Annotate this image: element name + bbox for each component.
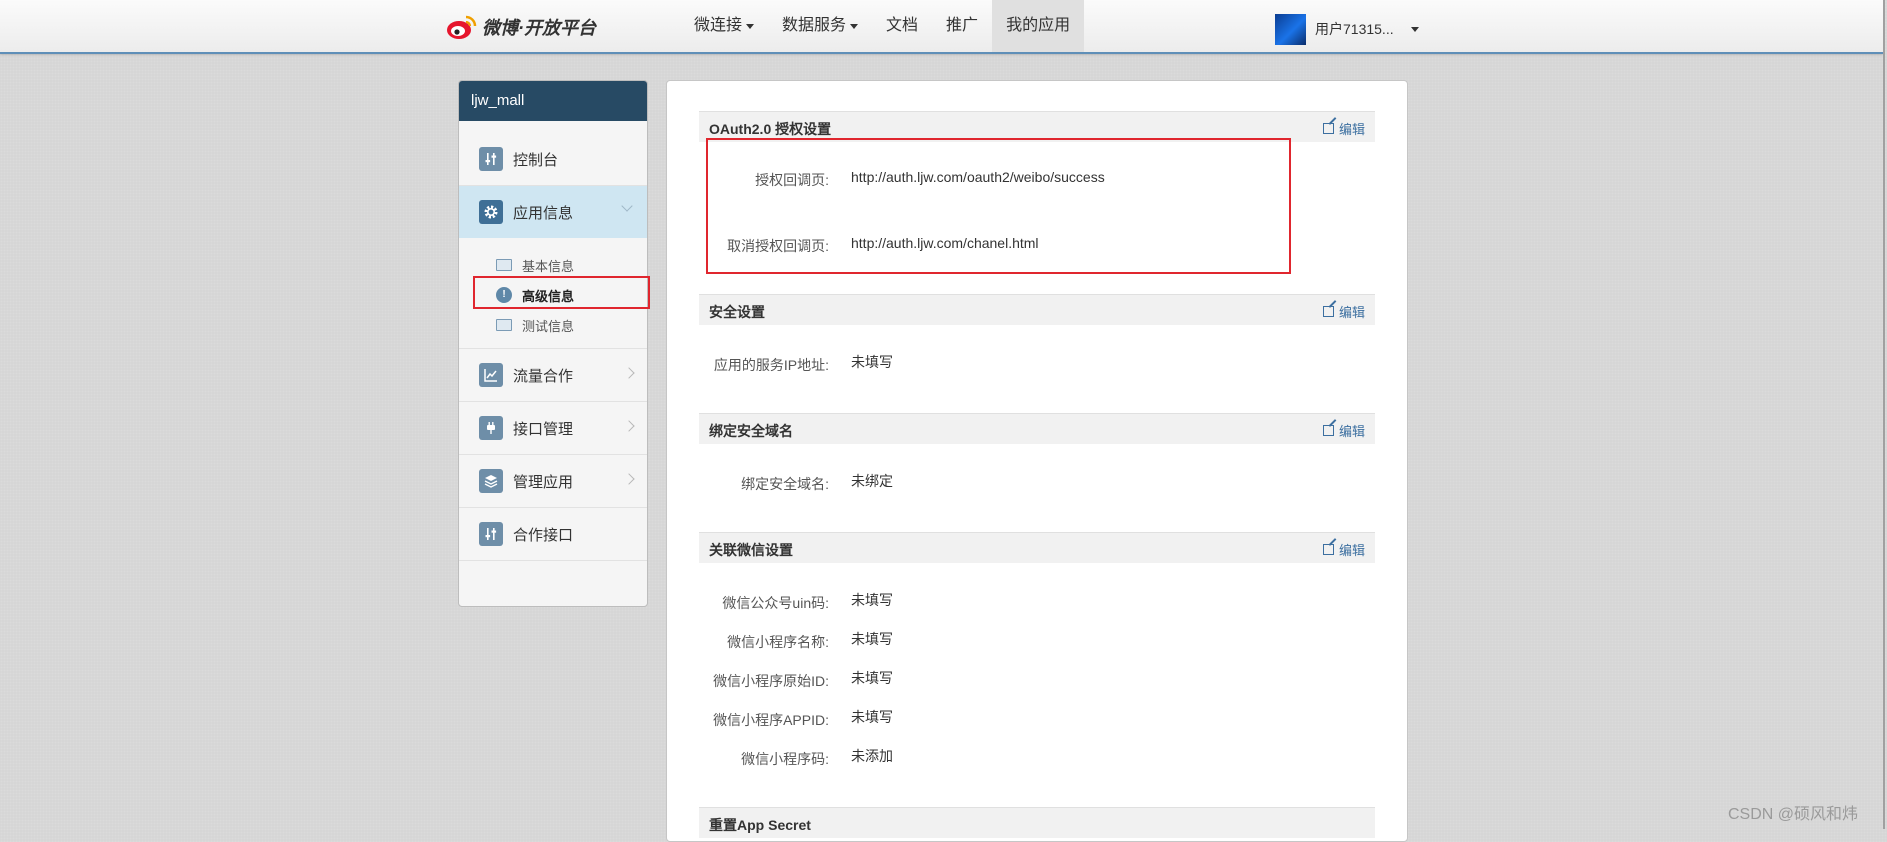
edit-label: 编辑 bbox=[1338, 424, 1365, 439]
edit-button[interactable]: 编辑 bbox=[1322, 421, 1365, 440]
field-value: 未填写 bbox=[851, 592, 893, 608]
user-menu[interactable]: 用户71315... bbox=[1275, 13, 1419, 45]
nav-docs[interactable]: 文档 bbox=[872, 0, 932, 52]
sidebar-item-api[interactable]: 接口管理 bbox=[459, 402, 647, 455]
nav-data-service[interactable]: 数据服务 bbox=[768, 0, 872, 52]
window-edge bbox=[1883, 0, 1885, 829]
edit-icon bbox=[1322, 425, 1334, 436]
edit-label: 编辑 bbox=[1338, 305, 1365, 320]
section-header: 重置App Secret bbox=[699, 807, 1375, 838]
avatar[interactable] bbox=[1275, 13, 1306, 45]
field-label: 绑定安全域名: bbox=[741, 476, 829, 492]
weibo-logo[interactable]: 微博·开放平台 bbox=[446, 12, 596, 42]
nav-label: 我的应用 bbox=[1006, 17, 1071, 34]
section-title: 安全设置 bbox=[709, 304, 765, 320]
user-name: 用户71315... bbox=[1315, 21, 1394, 37]
logo-text: 微博·开放平台 bbox=[482, 18, 596, 38]
plug-icon bbox=[479, 416, 503, 440]
edit-label: 编辑 bbox=[1338, 543, 1365, 558]
sidebar-item-manage-apps[interactable]: 管理应用 bbox=[459, 455, 647, 508]
top-navbar: 微博·开放平台 微连接 数据服务 文档 推广 我的应用 用户71315... bbox=[0, 0, 1883, 54]
chevron-right-icon bbox=[623, 473, 635, 485]
chevron-down-icon bbox=[621, 200, 633, 212]
field-label: 微信小程序名称: bbox=[727, 634, 829, 650]
field-value: 未填写 bbox=[851, 631, 893, 647]
section-title: OAuth2.0 授权设置 bbox=[709, 121, 832, 137]
highlight-box bbox=[473, 276, 650, 309]
sidebar-item-label: 流量合作 bbox=[513, 367, 574, 385]
layers-icon bbox=[479, 469, 503, 493]
section-header: 安全设置 编辑 bbox=[699, 294, 1375, 325]
edit-icon bbox=[1322, 306, 1334, 317]
weibo-logo-icon bbox=[447, 15, 477, 39]
section-title: 绑定安全域名 bbox=[709, 423, 793, 439]
sidebar-item-traffic[interactable]: 流量合作 bbox=[459, 349, 647, 402]
section-title: 关联微信设置 bbox=[709, 542, 793, 558]
field-label: 微信小程序码: bbox=[741, 751, 829, 767]
watermark: CSDN @硕风和炜 bbox=[1728, 806, 1859, 823]
field-value: 未填写 bbox=[851, 354, 893, 370]
field-value: 未填写 bbox=[851, 709, 893, 725]
user-card-icon bbox=[496, 319, 512, 331]
edit-button[interactable]: 编辑 bbox=[1322, 302, 1365, 321]
section-wechat: 关联微信设置 编辑 微信公众号uin码: 未填写 微信小程序名称: 未填写 微信… bbox=[699, 532, 1375, 767]
id-card-icon bbox=[496, 259, 512, 271]
sidebar-item-partner-api[interactable]: 合作接口 bbox=[459, 508, 647, 561]
field-label: 应用的服务IP地址: bbox=[713, 357, 829, 373]
section-reset-secret: 重置App Secret bbox=[699, 807, 1375, 838]
field-value: 未添加 bbox=[851, 748, 893, 764]
field-label: 微信小程序APPID: bbox=[713, 712, 829, 728]
section-header: 绑定安全域名 编辑 bbox=[699, 413, 1375, 444]
section-domain: 绑定安全域名 编辑 绑定安全域名: 未绑定 bbox=[699, 413, 1375, 492]
section-security: 安全设置 编辑 应用的服务IP地址: 未填写 bbox=[699, 294, 1375, 373]
section-title: 重置App Secret bbox=[709, 817, 811, 833]
sliders-icon bbox=[479, 522, 503, 546]
submenu-test-info[interactable]: 测试信息 bbox=[459, 310, 647, 340]
edit-button[interactable]: 编辑 bbox=[1322, 119, 1365, 138]
nav-label: 推广 bbox=[946, 17, 979, 34]
sidebar-item-label: 管理应用 bbox=[513, 473, 574, 491]
sidebar-item-console[interactable]: 控制台 bbox=[459, 133, 647, 186]
chevron-right-icon bbox=[623, 420, 635, 432]
field-label: 微信公众号uin码: bbox=[722, 595, 829, 611]
submenu-label: 测试信息 bbox=[522, 318, 575, 334]
sidebar-item-label: 合作接口 bbox=[513, 526, 574, 544]
submenu-label: 基本信息 bbox=[522, 258, 575, 274]
nav-promotion[interactable]: 推广 bbox=[932, 0, 992, 52]
sidebar-item-label: 应用信息 bbox=[513, 204, 574, 222]
app-sidebar: ljw_mall 控制台 应用信息 基本信息 ! 高级信息 测试信息 流量合作 … bbox=[458, 80, 648, 607]
field-value: 未填写 bbox=[851, 670, 893, 686]
chart-icon bbox=[479, 363, 503, 387]
chevron-right-icon bbox=[623, 367, 635, 379]
nav-my-apps[interactable]: 我的应用 bbox=[992, 0, 1085, 52]
nav-label: 文档 bbox=[886, 17, 919, 34]
highlight-box bbox=[706, 138, 1291, 274]
edit-label: 编辑 bbox=[1338, 122, 1365, 137]
field-value: 未绑定 bbox=[851, 473, 893, 489]
edit-icon bbox=[1322, 544, 1334, 555]
field-label: 微信小程序原始ID: bbox=[713, 673, 829, 689]
sidebar-item-label: 控制台 bbox=[513, 151, 559, 169]
caret-down-icon bbox=[1410, 26, 1419, 32]
caret-down-icon bbox=[746, 23, 755, 29]
nav-label: 数据服务 bbox=[782, 17, 847, 34]
edit-icon bbox=[1322, 123, 1334, 134]
section-header: 关联微信设置 编辑 bbox=[699, 532, 1375, 563]
gear-icon bbox=[479, 200, 503, 224]
sliders-icon bbox=[479, 147, 503, 171]
caret-down-icon bbox=[850, 23, 859, 29]
app-name: ljw_mall bbox=[459, 81, 647, 121]
nav-weilianjie[interactable]: 微连接 bbox=[680, 0, 768, 52]
sidebar-item-label: 接口管理 bbox=[513, 420, 574, 438]
sidebar-item-app-info[interactable]: 应用信息 bbox=[459, 186, 647, 238]
nav-label: 微连接 bbox=[694, 17, 743, 34]
main-nav: 微连接 数据服务 文档 推广 我的应用 bbox=[680, 0, 1085, 52]
edit-button[interactable]: 编辑 bbox=[1322, 540, 1365, 559]
